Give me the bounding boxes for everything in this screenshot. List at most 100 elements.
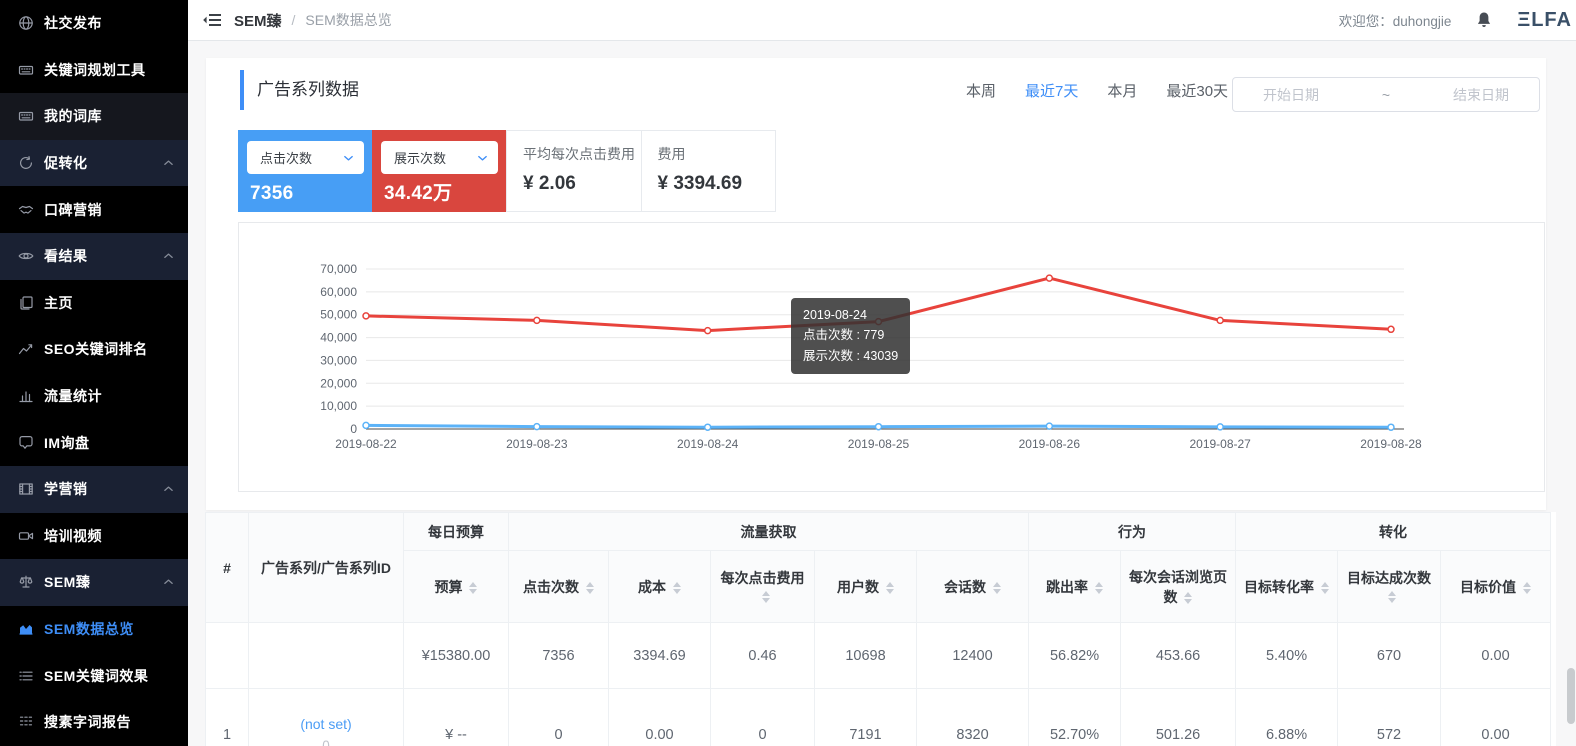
campaign-data-panel: 广告系列数据 本周 最近7天 本月 最近30天 开始日期 ~ 结束日期 点击次数… [206,58,1546,510]
filter-this-month[interactable]: 本月 [1107,80,1137,101]
end-date-input[interactable]: 结束日期 [1453,85,1509,105]
svg-text:2019-08-24: 2019-08-24 [677,437,739,451]
value-cell: 7191 [815,689,917,746]
campaign-id: 0 [252,738,400,746]
pages-icon [17,294,34,311]
sidebar-item-sem-data-overview[interactable]: SEM数据总览 [0,606,188,653]
group-header: 行为 [1029,513,1236,551]
value-cell: 3394.69 [609,623,711,689]
column-header-预算[interactable]: 预算 [404,551,509,623]
sidebar-item-im-inquiry[interactable]: IM询盘 [0,419,188,466]
value-cell: 572 [1338,689,1441,746]
sidebar-item-homepage[interactable]: 主页 [0,280,188,327]
sort-icon[interactable] [585,580,594,596]
group-header: 转化 [1236,513,1551,551]
sort-icon[interactable] [885,580,894,596]
column-header-目标达成次数[interactable]: 目标达成次数 [1338,551,1441,623]
svg-text:2019-08-25: 2019-08-25 [848,437,910,451]
column-header-每次会话浏览页数[interactable]: 每次会话浏览页数 [1121,551,1236,623]
sort-icon[interactable] [1094,580,1103,596]
impressions-metric-select[interactable]: 展示次数 [381,141,498,174]
sort-icon[interactable] [761,589,770,605]
grid-dots-icon [17,714,34,731]
sidebar-group-sem[interactable]: SEM臻 [0,559,188,606]
value-cell: 0.00 [1441,689,1551,746]
sidebar-collapse-icon[interactable] [202,12,222,28]
svg-text:2019-08-28: 2019-08-28 [1360,437,1422,451]
keyboard-icon [17,108,34,125]
column-header-目标价值[interactable]: 目标价值 [1441,551,1551,623]
filter-last-7-days[interactable]: 最近7天 [1025,80,1078,101]
column-header-点击次数[interactable]: 点击次数 [509,551,609,623]
date-range-picker[interactable]: 开始日期 ~ 结束日期 [1232,77,1540,112]
table-row: 1(not set)0¥ --00.0007191832052.70%501.2… [206,689,1551,746]
sidebar-item-my-lexicon[interactable]: 我的词库 [0,93,188,140]
cost-value: ¥ 3394.69 [658,173,776,195]
chart-canvas: 010,00020,00030,00040,00050,00060,00070,… [239,223,1544,491]
time-range-filters: 本周 最近7天 本月 最近30天 [966,76,1228,104]
start-date-input[interactable]: 开始日期 [1263,85,1319,105]
sidebar-item-search-term-report[interactable]: 搜素字词报告 [0,699,188,746]
handshake-icon [17,201,34,218]
column-header-campaign: 广告系列/广告系列ID [249,513,404,623]
column-header-会话数[interactable]: 会话数 [917,551,1029,623]
value-cell: 0.46 [711,623,815,689]
sort-icon[interactable] [1522,580,1531,596]
svg-text:50,000: 50,000 [320,308,357,322]
column-header-每次点击费用[interactable]: 每次点击费用 [711,551,815,623]
svg-text:30,000: 30,000 [320,353,357,367]
campaign-cell: (not set) 0 [249,689,404,746]
value-cell: 670 [1338,623,1441,689]
column-header-index: # [206,513,249,623]
sidebar-item-keyword-planner[interactable]: 关键词规划工具 [0,47,188,94]
campaign-link[interactable]: (not set) [300,716,351,732]
sidebar-item-traffic-stats[interactable]: 流量统计 [0,373,188,420]
chevron-up-icon [163,252,174,260]
sort-icon[interactable] [1320,580,1329,596]
value-cell: 6.88% [1236,689,1338,746]
stat-card-cost: 费用 ¥ 3394.69 [642,131,776,211]
column-header-用户数[interactable]: 用户数 [815,551,917,623]
value-cell: 0 [711,689,815,746]
sort-icon[interactable] [1184,590,1193,606]
sidebar-item-wom-marketing[interactable]: 口碑营销 [0,186,188,233]
title-accent-bar [240,70,244,110]
top-bar: SEM臻 / SEM数据总览 欢迎您：duhongjie ΞLFA [188,0,1576,41]
sidebar-item-seo-keyword-rank[interactable]: SEO关键词排名 [0,326,188,373]
scale-icon [17,574,34,591]
filter-last-30-days[interactable]: 最近30天 [1166,80,1228,101]
video-camera-icon [17,527,34,544]
sort-icon[interactable] [672,580,681,596]
avg-cpc-value: ¥ 2.06 [523,173,641,195]
elfa-logo[interactable]: ΞLFA [1517,9,1576,32]
breadcrumb-root[interactable]: SEM臻 [234,10,282,31]
notification-bell-icon[interactable] [1475,11,1493,29]
sort-icon[interactable] [1388,589,1397,605]
svg-text:2019-08-27: 2019-08-27 [1189,437,1251,451]
sidebar-item-social-publish[interactable]: 社交发布 [0,0,188,47]
eye-icon [17,248,34,265]
value-cell: ¥15380.00 [404,623,509,689]
chevron-down-icon [477,154,488,162]
scrollbar-thumb[interactable] [1567,668,1575,724]
welcome-text: 欢迎您：duhongjie [1339,10,1452,30]
column-header-跳出率[interactable]: 跳出率 [1029,551,1121,623]
panel-title: 广告系列数据 [257,70,359,110]
sort-icon[interactable] [469,580,478,596]
column-header-成本[interactable]: 成本 [609,551,711,623]
sort-icon[interactable] [992,580,1001,596]
chat-icon [17,434,34,451]
campaign-table: #广告系列/广告系列ID每日预算流量获取行为转化预算点击次数成本每次点击费用用户… [205,512,1551,746]
filter-this-week[interactable]: 本周 [966,80,996,101]
value-cell: 0.00 [1441,623,1551,689]
sidebar-group-conversion[interactable]: 促转化 [0,140,188,187]
campaign-cell [249,623,404,689]
column-header-目标转化率[interactable]: 目标转化率 [1236,551,1338,623]
date-range-separator: ~ [1382,87,1390,103]
clicks-metric-select[interactable]: 点击次数 [247,141,364,174]
sidebar-item-training-videos[interactable]: 培训视频 [0,513,188,560]
sidebar-group-results[interactable]: 看结果 [0,233,188,280]
sidebar-group-learn-marketing[interactable]: 学营销 [0,466,188,513]
sidebar-item-sem-keyword-effect[interactable]: SEM关键词效果 [0,652,188,699]
svg-text:0: 0 [350,422,357,436]
